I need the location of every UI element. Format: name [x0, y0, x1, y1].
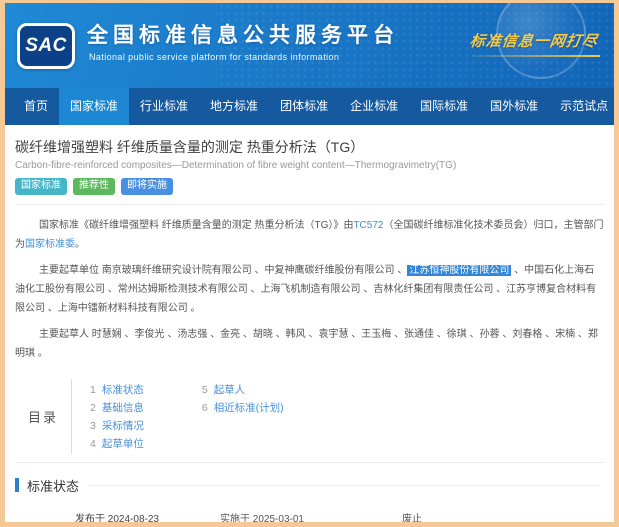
intro-paragraph-drafters: 主要起草人 时慧娴 、李俊光 、汤志强 、金亮 、胡晓 、韩风 、袁宇慧 、王玉…: [15, 328, 598, 359]
sac-logo[interactable]: SAC: [17, 23, 75, 69]
page: SAC 全国标准信息公共服务平台 National public service…: [5, 3, 614, 522]
toc-item-drafters[interactable]: 5 起草人: [202, 382, 284, 397]
nav-item-enterprise-standards[interactable]: 企业标准: [339, 88, 409, 125]
toc-num: 2: [90, 401, 96, 414]
toc-columns: 1 标准状态 2 基础信息 3 采标情况 4 起草单位 5 起草人 6 相近标准(计划): [72, 379, 284, 454]
toc-item-status[interactable]: 1 标准状态: [90, 382, 144, 397]
section-accent-bar: [15, 478, 19, 492]
toc-link[interactable]: 基础信息: [102, 402, 144, 414]
nav-item-pilot[interactable]: 示范试点: [549, 88, 614, 125]
badge-recommended: 推荐性: [73, 178, 115, 195]
badge-national-standard: 国家标准: [15, 178, 67, 195]
toc-link[interactable]: 起草单位: [102, 438, 144, 450]
sac-logo-text: SAC: [25, 35, 67, 56]
p1-text-end: 。: [75, 238, 85, 250]
nav-item-industry-standards[interactable]: 行业标准: [129, 88, 199, 125]
timeline-label-published: 发布于 2024-08-23: [75, 513, 159, 523]
title-divider: [15, 203, 604, 205]
nav-item-foreign-standards[interactable]: 国外标准: [479, 88, 549, 125]
toc-link[interactable]: 相近标准(计划): [214, 402, 284, 414]
toc-link[interactable]: 起草人: [214, 384, 246, 396]
status-section-header: 标准状态: [15, 476, 604, 495]
standard-title-en: Carbon-fibre-reinforced composites—Deter…: [15, 160, 457, 171]
site-subtitle: National public service platform for sta…: [89, 52, 340, 62]
site-header: SAC 全国标准信息公共服务平台 National public service…: [5, 3, 614, 88]
toc-item-drafting-units[interactable]: 4 起草单位: [90, 436, 144, 451]
slogan-underline: [472, 55, 600, 57]
toc-label: 目录: [15, 378, 72, 454]
nav-item-local-standards[interactable]: 地方标准: [199, 88, 269, 125]
badge-row: 国家标准 推荐性 即将实施: [15, 178, 604, 195]
badge-upcoming: 即将实施: [121, 178, 173, 195]
timeline-label-abolished: 废止: [402, 513, 422, 523]
main-nav: 首页 国家标准 行业标准 地方标准 团体标准 企业标准 国际标准 国外标准 示范…: [5, 88, 614, 125]
nav-item-international-standards[interactable]: 国际标准: [409, 88, 479, 125]
sac-authority-link[interactable]: 国家标准委: [25, 239, 75, 250]
site-title: 全国标准信息公共服务平台: [87, 24, 399, 47]
toc-column-2: 5 起草人 6 相近标准(计划): [202, 379, 284, 454]
status-timeline: 发布于 2024-08-23 实施于 2025-03-01 废止: [15, 501, 604, 523]
nav-item-national-standards[interactable]: 国家标准: [59, 88, 130, 125]
nav-item-home[interactable]: 首页: [13, 88, 59, 125]
toc-item-similar-standards[interactable]: 6 相近标准(计划): [202, 400, 284, 415]
intro-paragraph-committee: 国家标准《碳纤维增强塑料 纤维质量含量的测定 热重分析法（TG）》由TC572（…: [15, 216, 604, 254]
toc-num: 4: [90, 437, 96, 450]
p2-text: 主要起草单位 南京玻璃纤维研究设计院有限公司 、中复神鹰碳纤维股份有限公司 、: [39, 264, 408, 276]
site-slogan: 标准信息一网打尽: [468, 33, 600, 50]
toc-num: 3: [90, 419, 96, 432]
toc-item-adoption[interactable]: 3 采标情况: [90, 418, 144, 433]
toc-num: 5: [201, 383, 208, 396]
p1-text: 国家标准《碳纤维增强塑料 纤维质量含量的测定 热重分析法（TG）》由: [39, 219, 354, 231]
content: 碳纤维增强塑料 纤维质量含量的测定 热重分析法（TG） Carbon-fibre…: [5, 125, 614, 522]
nav-item-group-standards[interactable]: 团体标准: [269, 88, 339, 125]
intro-paragraph-drafting-units: 主要起草单位 南京玻璃纤维研究设计院有限公司 、中复神鹰碳纤维股份有限公司 、江…: [15, 261, 604, 318]
timeline-label-effective: 实施于 2025-03-01: [220, 513, 304, 523]
section-header-rule: [89, 484, 600, 486]
toc-box: 目录 1 标准状态 2 基础信息 3 采标情况 4 起草单位 5 起草人 6 相近标准(计划…: [15, 375, 604, 463]
tc572-link[interactable]: TC572: [353, 220, 383, 231]
toc-num: 1: [90, 383, 96, 396]
toc-link[interactable]: 标准状态: [102, 384, 144, 396]
status-section-title: 标准状态: [27, 478, 80, 494]
toc-num: 6: [201, 401, 208, 414]
highlighted-company: 江苏恒神股份有限公司: [407, 264, 512, 276]
standard-title-cn: 碳纤维增强塑料 纤维质量含量的测定 热重分析法（TG）: [15, 139, 365, 155]
toc-column-1: 1 标准状态 2 基础信息 3 采标情况 4 起草单位: [90, 379, 144, 454]
toc-item-basic-info[interactable]: 2 基础信息: [90, 400, 144, 415]
toc-link[interactable]: 采标情况: [102, 420, 144, 432]
